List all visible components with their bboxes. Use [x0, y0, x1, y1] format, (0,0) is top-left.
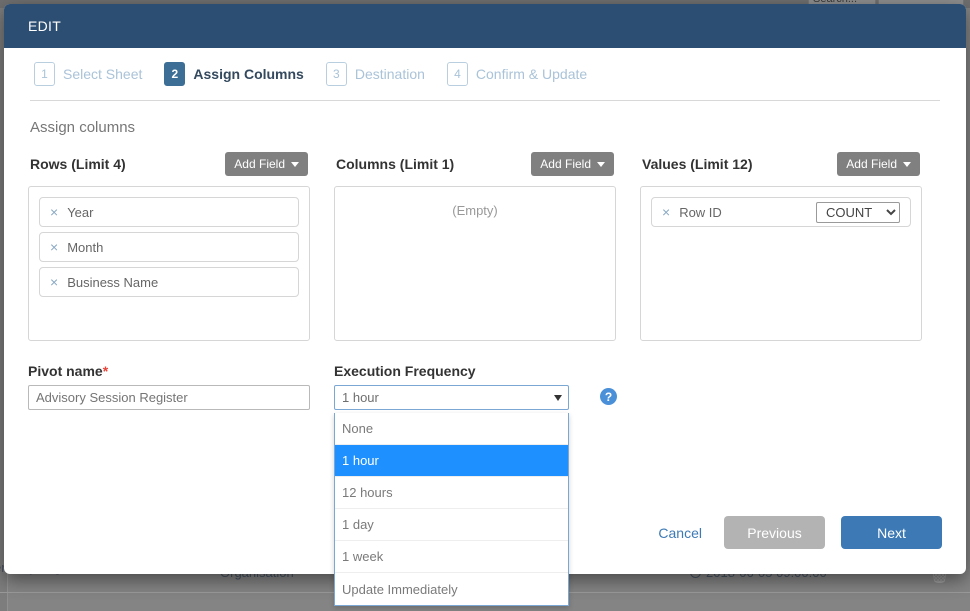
chevron-down-icon	[554, 394, 562, 401]
field-label: Row ID	[679, 204, 722, 220]
dropdown-option-none[interactable]: None	[335, 413, 568, 445]
execution-frequency-dropdown[interactable]: None 1 hour 12 hours 1 day 1 week Update…	[334, 413, 569, 606]
pivot-name-input[interactable]	[28, 385, 310, 410]
pivot-name-label: Pivot name*	[28, 363, 310, 379]
dropdown-option-update-immediately[interactable]: Update Immediately	[335, 573, 568, 605]
add-field-button-columns[interactable]: Add Field	[531, 152, 614, 176]
panel-header: Rows (Limit 4) Add Field	[28, 150, 310, 178]
step-number: 2	[164, 62, 186, 86]
execution-frequency-select[interactable]: 1 hour	[334, 385, 569, 410]
pivot-name-label-text: Pivot name	[28, 363, 103, 379]
panel-title: Columns (Limit 1)	[336, 156, 455, 172]
chevron-down-icon	[597, 161, 605, 167]
close-icon[interactable]: ×	[50, 275, 58, 289]
add-field-label: Add Field	[540, 157, 591, 171]
field-label: Year	[67, 204, 94, 220]
next-button[interactable]: Next	[841, 516, 942, 549]
dropdown-option-1-week[interactable]: 1 week	[335, 541, 568, 573]
step-destination[interactable]: 3 Destination	[325, 62, 425, 86]
drop-zone-values[interactable]: × Row ID COUNT	[640, 186, 922, 341]
close-icon[interactable]: ×	[50, 240, 58, 254]
drop-zone-columns[interactable]: (Empty)	[334, 186, 616, 341]
pivot-settings-row: Pivot name* Execution Frequency 1 hour N…	[28, 363, 942, 606]
close-icon[interactable]: ×	[50, 205, 58, 219]
field-chip[interactable]: × Row ID COUNT	[651, 197, 911, 227]
modal-header: EDIT	[4, 4, 966, 48]
close-icon[interactable]: ×	[662, 205, 670, 219]
dropdown-option-12-hours[interactable]: 12 hours	[335, 477, 568, 509]
step-number: 3	[325, 62, 347, 86]
required-marker: *	[102, 363, 109, 379]
field-chip[interactable]: × Year	[39, 197, 299, 227]
step-label: Select Sheet	[63, 66, 143, 82]
dropdown-option-1-hour[interactable]: 1 hour	[335, 445, 568, 477]
panel-header: Values (Limit 12) Add Field	[640, 150, 922, 178]
field-chip[interactable]: × Month	[39, 232, 299, 262]
panel-title: Rows (Limit 4)	[30, 156, 126, 172]
cancel-button[interactable]: Cancel	[652, 521, 708, 545]
add-field-label: Add Field	[234, 157, 285, 171]
empty-placeholder: (Empty)	[452, 203, 498, 218]
panel-header: Columns (Limit 1) Add Field	[334, 150, 616, 178]
help-icon[interactable]: ?	[600, 388, 617, 405]
step-label: Confirm & Update	[475, 66, 588, 82]
assign-columns-panels: Rows (Limit 4) Add Field × Year × Month	[28, 150, 942, 341]
field-chip[interactable]: × Business Name	[39, 267, 299, 297]
drop-zone-rows[interactable]: × Year × Month × Business Name	[28, 186, 310, 341]
step-confirm-update[interactable]: 4 Confirm & Update	[446, 62, 588, 86]
panel-values: Values (Limit 12) Add Field × Row ID COU…	[640, 150, 922, 341]
modal-body: 1 Select Sheet 2 Assign Columns 3 Destin…	[4, 48, 966, 606]
field-label: Month	[67, 239, 104, 255]
execution-frequency-group: Execution Frequency 1 hour None 1 hour 1…	[334, 363, 569, 606]
aggregation-select[interactable]: COUNT	[816, 201, 900, 223]
pivot-name-group: Pivot name*	[28, 363, 310, 410]
wizard-actions: Cancel Previous Next	[652, 516, 942, 549]
execution-frequency-value: 1 hour	[342, 390, 379, 405]
wizard-stepper: 1 Select Sheet 2 Assign Columns 3 Destin…	[28, 48, 942, 100]
execution-frequency-label: Execution Frequency	[334, 363, 476, 379]
modal-title: EDIT	[28, 18, 62, 34]
step-label: Assign Columns	[193, 66, 304, 82]
add-field-button-values[interactable]: Add Field	[837, 152, 920, 176]
step-select-sheet[interactable]: 1 Select Sheet	[34, 62, 142, 86]
field-label: Business Name	[67, 274, 159, 290]
panel-rows: Rows (Limit 4) Add Field × Year × Month	[28, 150, 310, 341]
step-number: 1	[34, 62, 55, 86]
chevron-down-icon	[903, 161, 911, 167]
previous-button[interactable]: Previous	[724, 516, 825, 549]
section-title: Assign columns	[30, 119, 136, 136]
edit-pivot-modal: EDIT 1 Select Sheet 2 Assign Columns 3 D…	[4, 4, 966, 606]
add-field-button-rows[interactable]: Add Field	[225, 152, 308, 176]
step-label: Destination	[354, 66, 425, 82]
panel-columns: Columns (Limit 1) Add Field (Empty)	[334, 150, 616, 341]
chevron-down-icon	[291, 161, 299, 167]
add-field-label: Add Field	[846, 157, 897, 171]
step-number: 4	[446, 62, 468, 86]
dropdown-option-1-day[interactable]: 1 day	[335, 509, 568, 541]
step-assign-columns[interactable]: 2 Assign Columns	[164, 62, 304, 86]
panel-title: Values (Limit 12)	[642, 156, 753, 172]
